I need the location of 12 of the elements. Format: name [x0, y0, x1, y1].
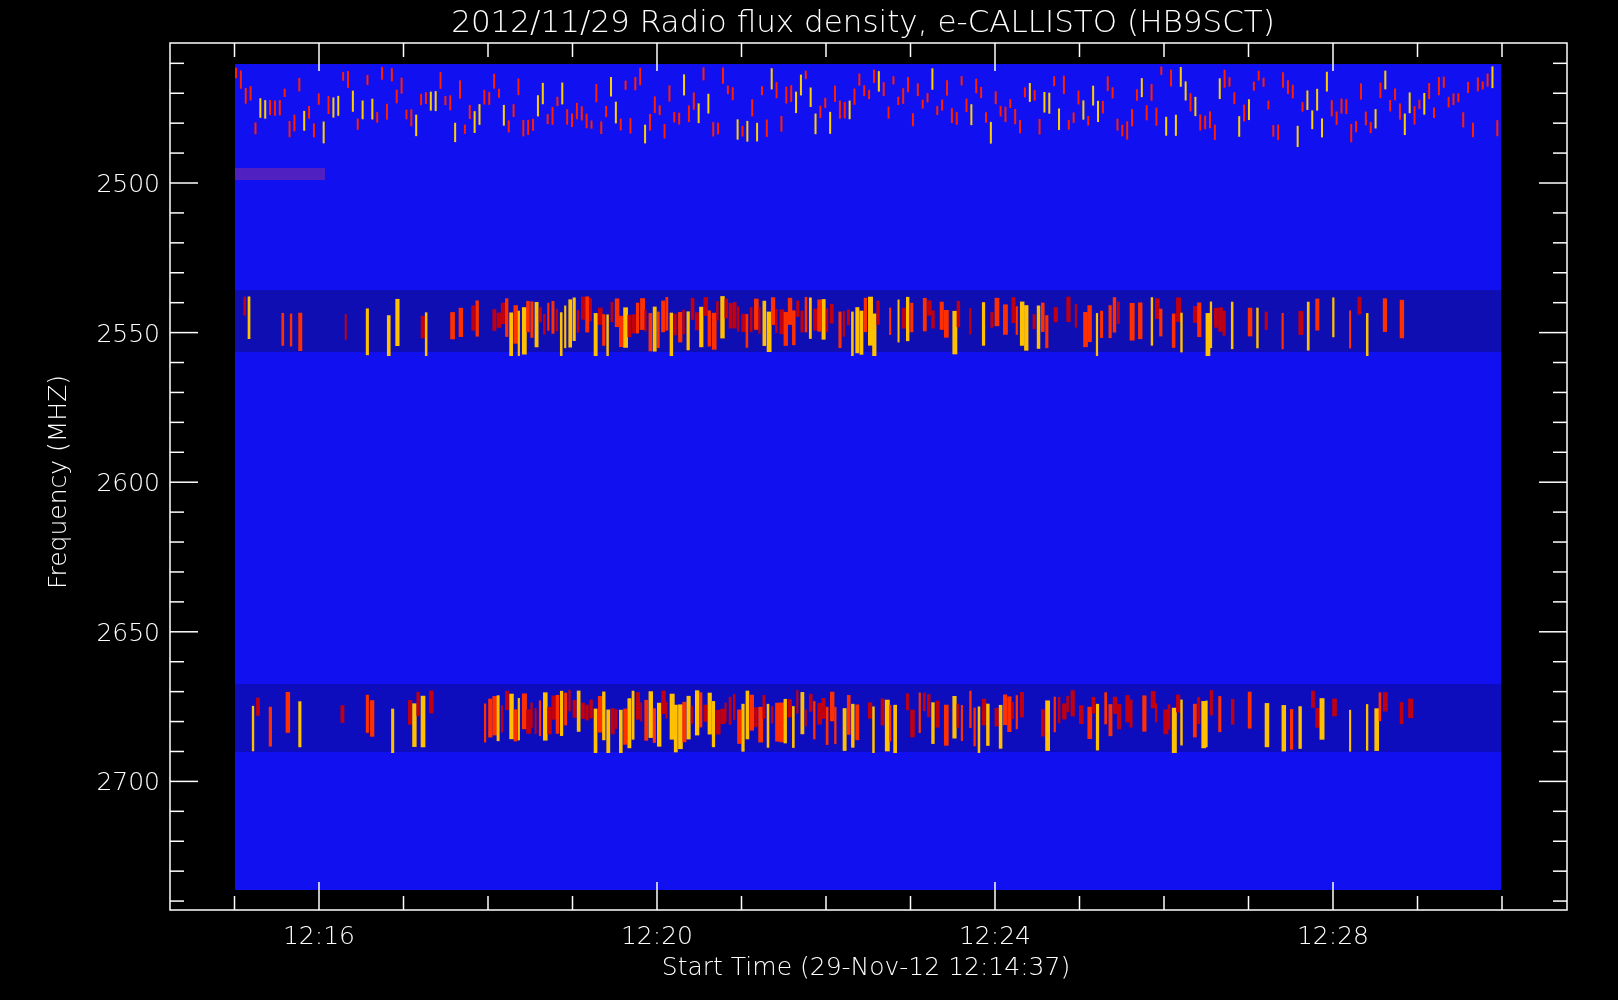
x-tick-label: 12:20	[621, 921, 693, 950]
x-tick-label: 12:16	[283, 921, 355, 950]
y-tick-label: 2600	[96, 468, 160, 498]
y-tick-label: 2700	[96, 767, 160, 797]
plot-title: 2012/11/29 Radio flux density, e-CALLISTO (HB9SCT)	[451, 3, 1275, 39]
y-tick-label: 2650	[96, 617, 160, 647]
y-tick-label: 2500	[96, 169, 160, 198]
y-axis-label: Frequency (MHZ)	[43, 374, 72, 590]
x-axis-label: Start Time (29-Nov-12 12:14:37)	[661, 952, 1071, 981]
x-tick-label: 12:24	[959, 921, 1031, 950]
x-tick-label: 12:28	[1297, 921, 1369, 950]
y-tick-label: 2550	[96, 318, 160, 348]
